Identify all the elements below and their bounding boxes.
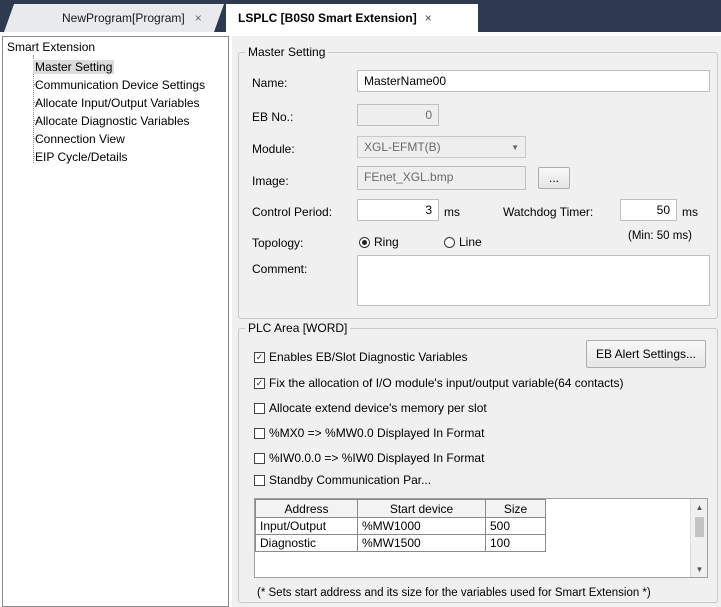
column-header-size[interactable]: Size — [485, 499, 546, 518]
tree-item-label: Connection View — [35, 131, 125, 146]
column-header-start-device[interactable]: Start device — [357, 499, 486, 518]
allocate-extend-memory-checkbox[interactable]: Allocate extend device's memory per slot — [254, 401, 487, 415]
comment-label: Comment: — [252, 262, 308, 276]
table-scrollbar[interactable]: ▲ ▼ — [690, 499, 707, 577]
name-label: Name: — [252, 76, 288, 90]
watchdog-timer-label: Watchdog Timer: — [503, 205, 594, 219]
watchdog-timer-unit: ms — [682, 205, 698, 219]
table-row[interactable]: Diagnostic %MW1500 100 — [255, 534, 546, 552]
tree-item-label: Allocate Diagnostic Variables — [35, 113, 190, 128]
close-icon[interactable]: × — [195, 11, 202, 25]
checkbox-unchecked-icon — [254, 427, 265, 439]
tree-item-label: Master Setting — [33, 59, 115, 74]
mx-format-checkbox[interactable]: %MX0 => %MW0.0 Displayed In Format — [254, 426, 484, 440]
comment-field[interactable] — [357, 255, 710, 306]
tree-item-allocate-io-variables[interactable]: Allocate Input/Output Variables — [33, 94, 200, 111]
cell-start-device[interactable]: %MW1500 — [357, 534, 486, 552]
chevron-down-icon: ▼ — [511, 142, 519, 152]
topology-label: Topology: — [252, 236, 304, 250]
topology-ring-radio[interactable]: Ring — [359, 235, 399, 249]
watchdog-min-hint: (Min: 50 ms) — [628, 230, 692, 242]
tab-new-program[interactable]: NewProgram[Program] × — [4, 4, 224, 32]
control-period-unit: ms — [444, 205, 460, 219]
tab-bar: NewProgram[Program] × LSPLC [B0S0 Smart … — [0, 0, 721, 32]
topology-line-radio[interactable]: Line — [444, 235, 482, 249]
checkbox-label: Enables EB/Slot Diagnostic Variables — [269, 350, 468, 364]
tree-item-master-setting[interactable]: Master Setting — [33, 58, 115, 75]
master-setting-legend: Master Setting — [248, 45, 326, 59]
cell-size[interactable]: 500 — [485, 517, 546, 535]
image-label: Image: — [252, 174, 289, 188]
address-grid: Address Start device Size Input/Output %… — [255, 499, 546, 552]
scroll-up-icon[interactable]: ▲ — [691, 499, 708, 515]
checkbox-unchecked-icon — [254, 402, 265, 414]
project-tree: Smart Extension Master Setting Communica… — [2, 36, 229, 607]
table-footnote: (* Sets start address and its size for t… — [254, 587, 654, 599]
tab-smart-extension[interactable]: LSPLC [B0S0 Smart Extension] × — [226, 4, 478, 32]
iw-format-checkbox[interactable]: %IW0.0.0 => %IW0 Displayed In Format — [254, 451, 484, 465]
watchdog-timer-field[interactable]: 50 — [620, 199, 677, 221]
scrollbar-thumb[interactable] — [695, 517, 704, 537]
eb-no-label: EB No.: — [252, 110, 294, 124]
radio-checked-icon — [359, 236, 370, 248]
checkbox-label: Standby Communication Par... — [269, 473, 432, 487]
image-field: FEnet_XGL.bmp — [357, 166, 526, 190]
control-period-label: Control Period: — [252, 205, 333, 219]
name-field[interactable]: MasterName00 — [357, 70, 710, 92]
scroll-down-icon[interactable]: ▼ — [691, 561, 708, 577]
fix-io-allocation-checkbox[interactable]: ✓ Fix the allocation of I/O module's inp… — [254, 376, 623, 390]
settings-panel: Master Setting Name: MasterName00 EB No.… — [232, 36, 721, 607]
tree-item-connection-view[interactable]: Connection View — [33, 130, 125, 147]
cell-size[interactable]: 100 — [485, 534, 546, 552]
tree-item-communication-device-settings[interactable]: Communication Device Settings — [33, 76, 205, 93]
cell-address: Input/Output — [255, 517, 358, 535]
module-dropdown-value: XGL-EFMT(B) — [364, 140, 441, 154]
address-table: Address Start device Size Input/Output %… — [254, 498, 708, 578]
enable-eb-slot-diagnostic-checkbox[interactable]: ✓ Enables EB/Slot Diagnostic Variables — [254, 350, 468, 364]
topology-ring-label: Ring — [374, 235, 399, 249]
tree-item-allocate-diagnostic-variables[interactable]: Allocate Diagnostic Variables — [33, 112, 190, 129]
checkbox-checked-icon: ✓ — [254, 377, 265, 389]
close-icon[interactable]: × — [425, 11, 432, 25]
checkbox-label: %IW0.0.0 => %IW0 Displayed In Format — [269, 451, 485, 465]
standby-communication-checkbox[interactable]: Standby Communication Par... — [254, 473, 431, 487]
checkbox-label: %MX0 => %MW0.0 Displayed In Format — [269, 426, 485, 440]
eb-no-field: 0 — [357, 104, 439, 126]
topology-line-label: Line — [459, 235, 482, 249]
tab-smart-extension-label: LSPLC [B0S0 Smart Extension] — [238, 11, 417, 25]
tab-new-program-label: NewProgram[Program] — [62, 11, 185, 25]
radio-unchecked-icon — [444, 236, 455, 248]
module-label: Module: — [252, 142, 295, 156]
column-header-address[interactable]: Address — [255, 499, 358, 518]
table-header-row: Address Start device Size — [255, 499, 546, 518]
checkbox-label: Fix the allocation of I/O module's input… — [269, 376, 624, 390]
checkbox-label: Allocate extend device's memory per slot — [269, 401, 487, 415]
control-period-field[interactable]: 3 — [357, 199, 439, 221]
tree-item-label: EIP Cycle/Details — [35, 149, 128, 164]
eb-alert-settings-button[interactable]: EB Alert Settings... — [586, 340, 706, 368]
tree-item-label: Communication Device Settings — [35, 77, 206, 92]
checkbox-unchecked-icon — [254, 452, 265, 464]
plc-area-legend: PLC Area [WORD] — [248, 321, 348, 335]
cell-start-device[interactable]: %MW1000 — [357, 517, 486, 535]
tree-item-eip-cycle-details[interactable]: EIP Cycle/Details — [33, 148, 127, 165]
cell-address: Diagnostic — [255, 534, 358, 552]
browse-image-button[interactable]: ... — [538, 167, 570, 189]
checkbox-checked-icon: ✓ — [254, 351, 265, 363]
module-dropdown: XGL-EFMT(B) ▼ — [357, 136, 526, 158]
table-row[interactable]: Input/Output %MW1000 500 — [255, 517, 546, 535]
tree-root-smart-extension[interactable]: Smart Extension — [7, 40, 95, 54]
checkbox-unchecked-icon — [254, 474, 265, 486]
tree-item-label: Allocate Input/Output Variables — [35, 95, 200, 110]
